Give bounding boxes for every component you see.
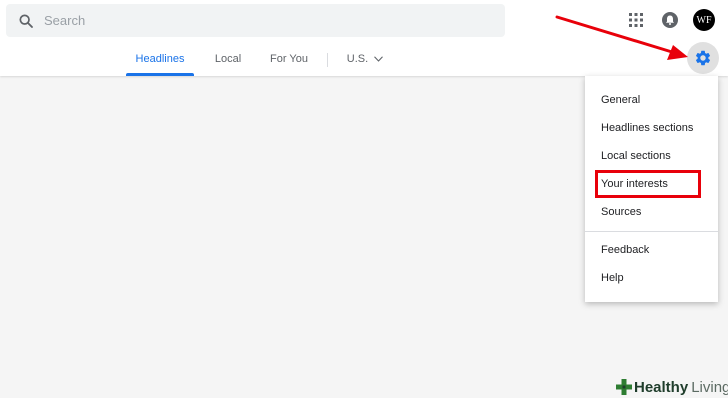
bell-icon[interactable] — [661, 11, 679, 29]
avatar[interactable]: WF — [693, 9, 715, 31]
annotation-highlight-box — [595, 170, 701, 198]
watermark-living: Living — [691, 378, 728, 396]
menu-item-headlines-sections[interactable]: Headlines sections — [585, 114, 718, 142]
settings-button[interactable] — [687, 42, 719, 74]
tab-for-you[interactable]: For You — [264, 42, 314, 76]
gear-icon — [695, 50, 711, 66]
menu-item-feedback[interactable]: Feedback — [585, 236, 718, 264]
active-tab-indicator — [126, 73, 194, 76]
top-bar: WF Headlines Local For You U.S. — [0, 0, 728, 76]
search-icon[interactable] — [18, 13, 34, 29]
menu-item-local-sections[interactable]: Local sections — [585, 142, 718, 170]
healthy-living-cross-icon — [616, 379, 632, 395]
search-box[interactable] — [6, 4, 505, 37]
tab-bar: Headlines Local For You U.S. — [0, 42, 600, 76]
tab-divider — [327, 53, 328, 67]
menu-divider — [585, 231, 718, 232]
menu-item-sources[interactable]: Sources — [585, 198, 718, 226]
tab-local[interactable]: Local — [207, 42, 249, 76]
chevron-down-icon — [374, 56, 384, 62]
watermark-logo: Healthy Living — [616, 377, 728, 397]
watermark-healthy: Healthy — [634, 378, 689, 396]
apps-grid-icon[interactable] — [629, 13, 643, 27]
menu-item-general[interactable]: General — [585, 86, 718, 114]
menu-item-help[interactable]: Help — [585, 264, 718, 292]
tab-region-label: U.S. — [346, 53, 369, 65]
tab-region[interactable]: U.S. — [342, 42, 388, 76]
tab-headlines[interactable]: Headlines — [126, 42, 194, 76]
search-input[interactable] — [44, 4, 484, 37]
